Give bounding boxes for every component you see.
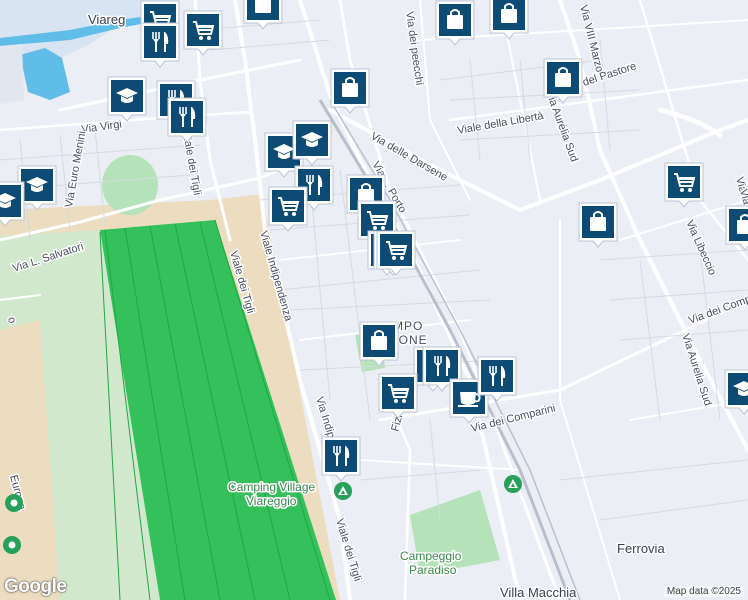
label-camping-village-2: Viareggio [246, 494, 297, 508]
label-viareggio: Viareg [88, 12, 125, 27]
map-marker-school[interactable] [107, 76, 147, 122]
map-marker-restaurant[interactable] [477, 356, 517, 402]
label-camping-village-1: Camping Village [228, 480, 315, 494]
label-campeggio-1: Campeggio [400, 549, 462, 563]
map-canvas[interactable]: Viareg Via Virgi Via Euro Menini Via L. … [0, 0, 748, 600]
map-marker-cart[interactable] [376, 230, 416, 276]
park-poi-icon[interactable] [3, 536, 21, 554]
campground-icon[interactable] [334, 482, 352, 500]
map-marker-restaurant[interactable] [321, 436, 361, 482]
map-marker-restaurant[interactable] [140, 22, 180, 68]
map-marker-shopping-bag[interactable] [435, 0, 475, 46]
map-marker-cart[interactable] [664, 162, 704, 208]
map-marker-shopping-bag[interactable] [330, 68, 370, 114]
shopping-bag-icon [254, 0, 272, 14]
map-marker-school[interactable] [0, 181, 25, 227]
map-marker-shopping-bag[interactable] [578, 202, 618, 248]
label-ferrovia: Ferrovia [617, 541, 665, 556]
campground-icon[interactable] [504, 475, 522, 493]
map-marker-restaurant[interactable] [167, 97, 207, 143]
map-marker-shopping-bag[interactable] [725, 205, 748, 251]
map-marker-shopping-bag[interactable] [543, 58, 583, 104]
map-marker-cart[interactable] [183, 10, 223, 56]
label-campeggio-2: Paradiso [409, 563, 457, 577]
map-marker-cart[interactable] [268, 186, 308, 232]
map-marker-shopping-bag[interactable] [489, 0, 529, 40]
park-poi-icon[interactable] [5, 494, 23, 512]
map-attribution[interactable]: Map data ©2025 [663, 586, 744, 597]
map-marker-school[interactable] [724, 369, 748, 415]
map-marker-school[interactable] [292, 120, 332, 166]
map-marker-shopping-bag[interactable] [359, 321, 399, 367]
map-marker-cart[interactable] [378, 373, 418, 419]
google-logo: Google [4, 576, 67, 597]
label-villa-macchia: Villa Macchia [500, 585, 577, 600]
